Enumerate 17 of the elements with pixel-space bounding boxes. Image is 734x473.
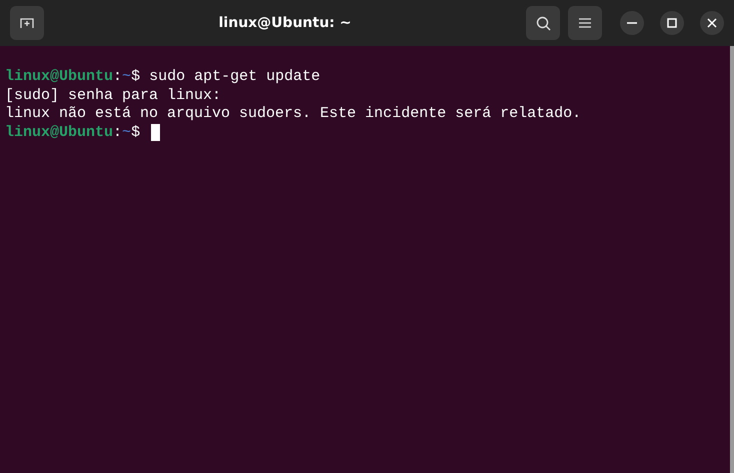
minimize-button[interactable] [620,11,644,35]
window-title: linux@Ubuntu: ~ [218,15,352,31]
output-line: [sudo] senha para linux: [5,86,222,105]
close-icon [707,18,717,28]
prompt-line: linux@Ubuntu:~$ sudo apt-get update [5,68,320,86]
new-tab-icon [20,17,34,29]
menu-button[interactable] [568,6,602,40]
minimize-icon [627,22,637,24]
search-icon [536,16,550,30]
output-line: linux não está no arquivo sudoers. Este incidente será relatado. [5,105,582,124]
prompt-line: linux@Ubuntu:~$ [5,124,140,142]
search-button[interactable] [526,6,560,40]
maximize-icon [667,18,677,28]
close-button[interactable] [700,11,724,35]
menu-icon [579,18,591,28]
new-tab-button[interactable] [10,6,44,40]
maximize-button[interactable] [660,11,684,35]
